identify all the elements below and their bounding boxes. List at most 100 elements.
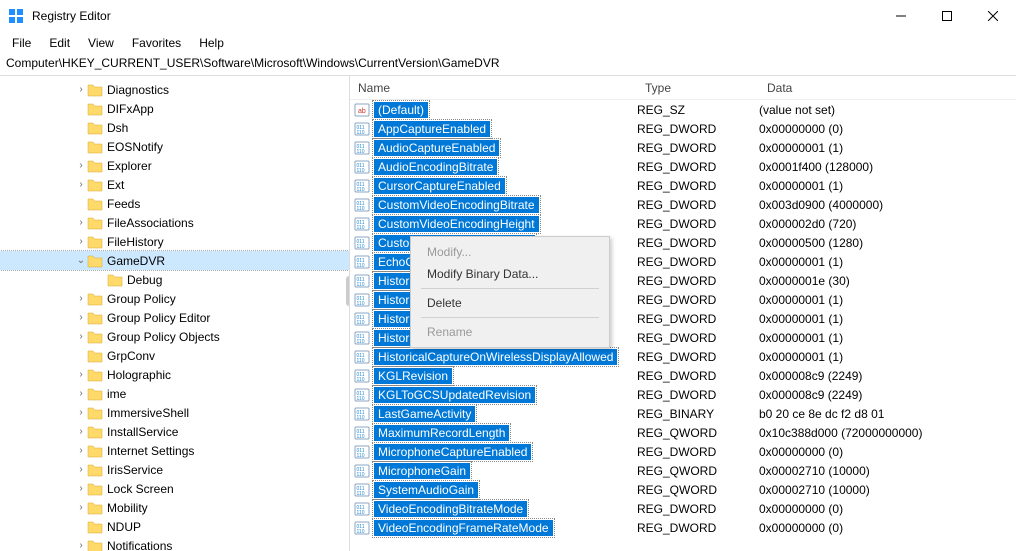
- tree-item-debug[interactable]: Debug: [0, 270, 349, 289]
- value-row[interactable]: ab(Default)REG_SZ(value not set): [350, 100, 1016, 119]
- binary-value-icon: 011110: [354, 520, 370, 536]
- tree-label: Notifications: [107, 539, 172, 551]
- close-button[interactable]: [970, 0, 1016, 32]
- maximize-button[interactable]: [924, 0, 970, 32]
- disclosure-icon[interactable]: ›: [75, 312, 87, 323]
- svg-text:110: 110: [357, 434, 365, 440]
- tree-item-grpconv[interactable]: GrpConv: [0, 346, 349, 365]
- value-name: HistoricalCaptureOnWirelessDisplayAllowe…: [374, 349, 617, 365]
- tree-item-holographic[interactable]: ›Holographic: [0, 365, 349, 384]
- menu-favorites[interactable]: Favorites: [124, 34, 189, 52]
- tree-item-group-policy-editor[interactable]: ›Group Policy Editor: [0, 308, 349, 327]
- tree-item-installservice[interactable]: ›InstallService: [0, 422, 349, 441]
- tree-item-ext[interactable]: ›Ext: [0, 175, 349, 194]
- value-row[interactable]: 011110MaximumRecordLengthREG_QWORD0x10c3…: [350, 423, 1016, 442]
- tree-item-eosnotify[interactable]: EOSNotify: [0, 137, 349, 156]
- tree-item-ndup[interactable]: NDUP: [0, 517, 349, 536]
- value-row[interactable]: 011110AppCaptureEnabledREG_DWORD0x000000…: [350, 119, 1016, 138]
- menu-view[interactable]: View: [80, 34, 122, 52]
- disclosure-icon[interactable]: ›: [75, 84, 87, 95]
- value-row[interactable]: 011110SystemAudioGainREG_QWORD0x00002710…: [350, 480, 1016, 499]
- binary-value-icon: 011110: [354, 140, 370, 156]
- disclosure-icon[interactable]: ›: [75, 369, 87, 380]
- folder-icon: [87, 216, 103, 230]
- tree-label: FileHistory: [107, 235, 164, 249]
- tree-item-dsh[interactable]: Dsh: [0, 118, 349, 137]
- tree-label: ImmersiveShell: [107, 406, 189, 420]
- menu-file[interactable]: File: [4, 34, 39, 52]
- value-row[interactable]: 011110KGLRevisionREG_DWORD0x000008c9 (22…: [350, 366, 1016, 385]
- svg-text:110: 110: [357, 149, 365, 155]
- value-name: CustomVideoEncodingBitrate: [374, 197, 539, 213]
- value-row[interactable]: 011110VideoEncodingFrameRateModeREG_DWOR…: [350, 518, 1016, 537]
- disclosure-icon[interactable]: ›: [75, 179, 87, 190]
- ctx-modify-binary-data[interactable]: Modify Binary Data...: [413, 263, 607, 285]
- svg-text:110: 110: [357, 415, 365, 421]
- tree-item-gamedvr[interactable]: ⌄GameDVR: [0, 251, 349, 270]
- menu-edit[interactable]: Edit: [41, 34, 78, 52]
- disclosure-icon[interactable]: ›: [75, 464, 87, 475]
- tree-item-group-policy[interactable]: ›Group Policy: [0, 289, 349, 308]
- tree-label: Debug: [127, 273, 162, 287]
- value-row[interactable]: 011110VideoEncodingBitrateModeREG_DWORD0…: [350, 499, 1016, 518]
- tree-item-mobility[interactable]: ›Mobility: [0, 498, 349, 517]
- disclosure-icon[interactable]: ›: [75, 331, 87, 342]
- disclosure-icon[interactable]: ›: [75, 445, 87, 456]
- value-data: 0x00000001 (1): [759, 179, 1016, 193]
- tree-label: NDUP: [107, 520, 141, 534]
- disclosure-icon[interactable]: ›: [75, 217, 87, 228]
- disclosure-icon[interactable]: ›: [75, 236, 87, 247]
- folder-icon: [87, 539, 103, 551]
- value-data: 0x00000001 (1): [759, 331, 1016, 345]
- disclosure-icon[interactable]: ›: [75, 426, 87, 437]
- tree-item-group-policy-objects[interactable]: ›Group Policy Objects: [0, 327, 349, 346]
- tree-item-lock-screen[interactable]: ›Lock Screen: [0, 479, 349, 498]
- tree-item-filehistory[interactable]: › FileHistory: [0, 232, 349, 251]
- list-pane[interactable]: Name Type Data ab(Default)REG_SZ(value n…: [350, 76, 1016, 551]
- tree-item-diagnostics[interactable]: ›Diagnostics: [0, 80, 349, 99]
- value-data: 0x000008c9 (2249): [759, 388, 1016, 402]
- tree-item-irisservice[interactable]: ›IrisService: [0, 460, 349, 479]
- disclosure-icon[interactable]: ›: [75, 502, 87, 513]
- value-row[interactable]: 011110MicrophoneGainREG_QWORD0x00002710 …: [350, 461, 1016, 480]
- address-bar[interactable]: Computer\HKEY_CURRENT_USER\Software\Micr…: [0, 54, 1016, 76]
- value-row[interactable]: 011110MicrophoneCaptureEnabledREG_DWORD0…: [350, 442, 1016, 461]
- column-data[interactable]: Data: [767, 81, 1016, 95]
- tree-item-explorer[interactable]: ›Explorer: [0, 156, 349, 175]
- disclosure-icon[interactable]: ›: [75, 293, 87, 304]
- tree-item-ime[interactable]: ›ime: [0, 384, 349, 403]
- value-name: CustomVideoEncodingHeight: [374, 216, 539, 232]
- column-type[interactable]: Type: [645, 81, 767, 95]
- tree-item-immersiveshell[interactable]: › ImmersiveShell: [0, 403, 349, 422]
- disclosure-icon[interactable]: ›: [75, 407, 87, 418]
- tree-item-notifications[interactable]: › Notifications: [0, 536, 349, 551]
- value-data: 0x0001f400 (128000): [759, 160, 1016, 174]
- disclosure-icon[interactable]: ›: [75, 160, 87, 171]
- tree-item-difxapp[interactable]: DIFxApp: [0, 99, 349, 118]
- disclosure-icon[interactable]: ›: [75, 483, 87, 494]
- value-row[interactable]: 011110KGLToGCSUpdatedRevisionREG_DWORD0x…: [350, 385, 1016, 404]
- disclosure-icon[interactable]: ⌄: [75, 255, 87, 266]
- value-row[interactable]: 011110AudioCaptureEnabledREG_DWORD0x0000…: [350, 138, 1016, 157]
- list-header[interactable]: Name Type Data: [350, 76, 1016, 100]
- disclosure-icon[interactable]: ›: [75, 388, 87, 399]
- value-row[interactable]: 011110AudioEncodingBitrateREG_DWORD0x000…: [350, 157, 1016, 176]
- tree-label: Dsh: [107, 121, 128, 135]
- value-row[interactable]: 011110CustomVideoEncodingBitrateREG_DWOR…: [350, 195, 1016, 214]
- value-row[interactable]: 011110HistoricalCaptureOnWirelessDisplay…: [350, 347, 1016, 366]
- tree-item-internet-settings[interactable]: › Internet Settings: [0, 441, 349, 460]
- tree-item-feeds[interactable]: Feeds: [0, 194, 349, 213]
- value-row[interactable]: 011110CursorCaptureEnabledREG_DWORD0x000…: [350, 176, 1016, 195]
- menu-help[interactable]: Help: [191, 34, 232, 52]
- tree-item-fileassociations[interactable]: ›FileAssociations: [0, 213, 349, 232]
- disclosure-icon[interactable]: ›: [75, 540, 87, 551]
- minimize-button[interactable]: [878, 0, 924, 32]
- value-row[interactable]: 011110CustomVideoEncodingHeightREG_DWORD…: [350, 214, 1016, 233]
- ctx-delete[interactable]: Delete: [413, 292, 607, 314]
- value-name: AudioCaptureEnabled: [374, 140, 499, 156]
- tree-pane[interactable]: ›DiagnosticsDIFxApp Dsh EOSNotify›Explorer…: [0, 76, 350, 551]
- value-row[interactable]: 011110LastGameActivityREG_BINARYb0 20 ce…: [350, 404, 1016, 423]
- column-name[interactable]: Name: [350, 81, 645, 95]
- tree-label: Internet Settings: [107, 444, 194, 458]
- tree-label: Feeds: [107, 197, 140, 211]
